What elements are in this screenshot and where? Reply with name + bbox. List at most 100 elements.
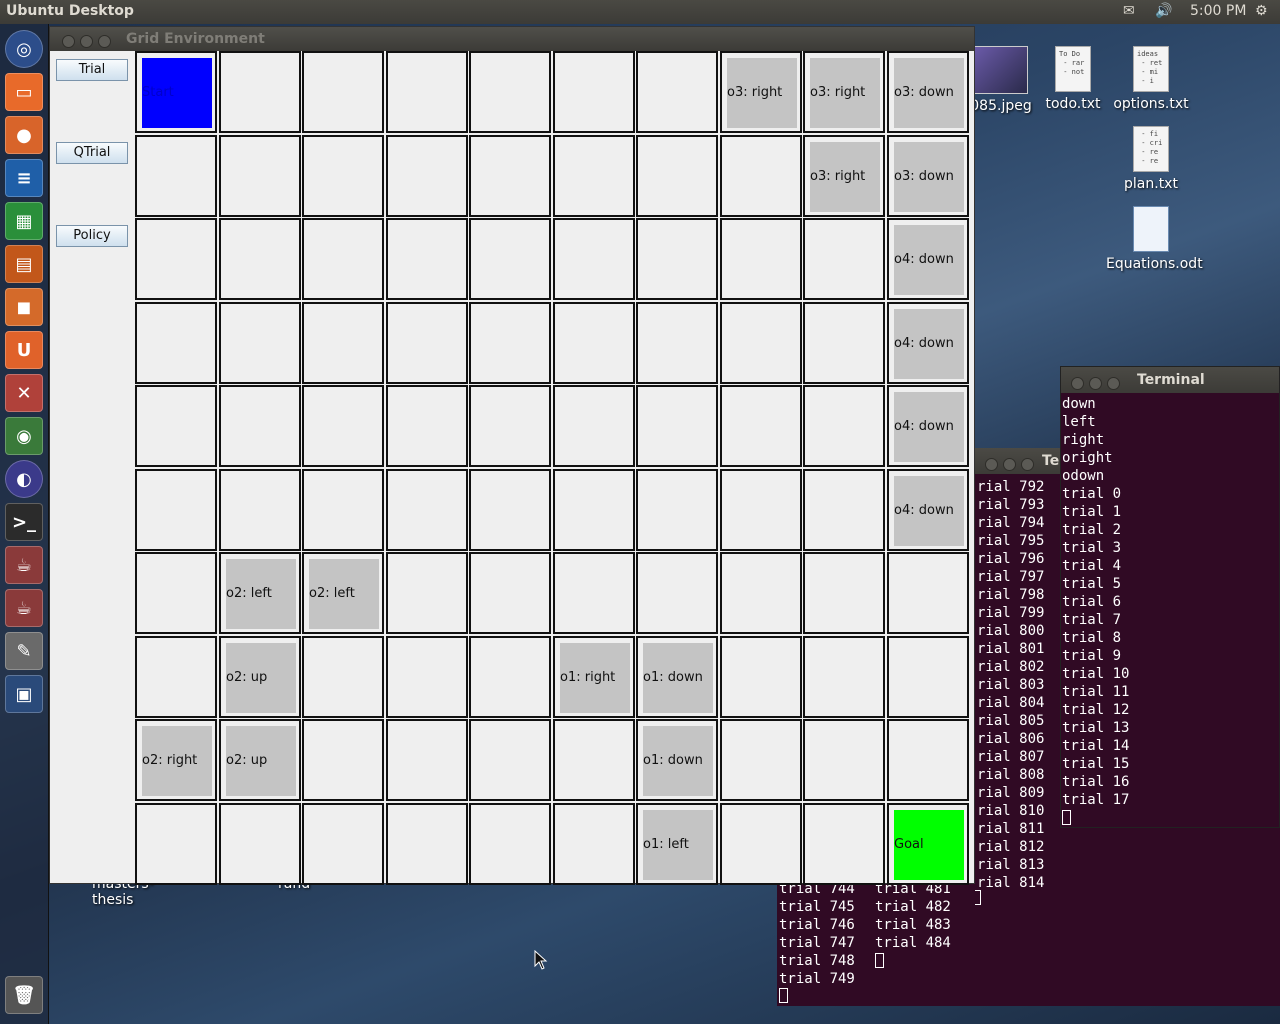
grid-cell[interactable]: o4: down bbox=[887, 218, 969, 300]
grid-cell[interactable] bbox=[636, 51, 718, 133]
settings-icon[interactable]: ✕ bbox=[5, 374, 43, 412]
java-app-icon[interactable]: ☕ bbox=[5, 589, 43, 627]
grid-cell[interactable] bbox=[302, 51, 384, 133]
grid-cell[interactable]: o2: up bbox=[219, 636, 301, 718]
firefox-icon[interactable]: ● bbox=[5, 116, 43, 154]
grid-cell[interactable] bbox=[636, 218, 718, 300]
qtrial-button[interactable]: QTrial bbox=[56, 142, 128, 164]
minimize-icon[interactable] bbox=[80, 35, 93, 48]
grid-cell[interactable] bbox=[302, 135, 384, 217]
mail-icon[interactable]: ✉ bbox=[1123, 3, 1135, 19]
grid-cell[interactable] bbox=[636, 385, 718, 467]
grid-cell[interactable] bbox=[302, 302, 384, 384]
grid-cell[interactable] bbox=[386, 719, 468, 801]
ubuntu-one-icon[interactable]: U bbox=[5, 331, 43, 369]
grid-cell[interactable] bbox=[302, 719, 384, 801]
grid-cell[interactable] bbox=[386, 552, 468, 634]
grid-cell[interactable] bbox=[887, 636, 969, 718]
files-icon[interactable]: ▭ bbox=[5, 73, 43, 111]
grid-cell[interactable] bbox=[636, 552, 718, 634]
grid-cell[interactable] bbox=[219, 803, 301, 885]
close-icon[interactable] bbox=[1071, 377, 1084, 390]
minimize-icon[interactable] bbox=[1003, 458, 1016, 471]
grid-cell[interactable] bbox=[219, 469, 301, 551]
grid-cell[interactable]: o1: right bbox=[553, 636, 635, 718]
grid-cell[interactable] bbox=[302, 385, 384, 467]
grid-cell[interactable] bbox=[720, 636, 802, 718]
grid-cell[interactable]: Goal bbox=[887, 803, 969, 885]
grid-cell[interactable] bbox=[553, 135, 635, 217]
grid-environment-window[interactable]: Grid Environment Trial QTrial Policy Sta… bbox=[49, 26, 975, 885]
grid-cell[interactable] bbox=[803, 385, 885, 467]
grid-cell[interactable] bbox=[636, 469, 718, 551]
grid-cell[interactable] bbox=[720, 719, 802, 801]
desktop-icon-todo[interactable]: To Do - rar - not todo.txt bbox=[1028, 46, 1118, 112]
grid-cell[interactable] bbox=[469, 218, 551, 300]
grid-cell[interactable] bbox=[803, 636, 885, 718]
grid-cell[interactable] bbox=[386, 51, 468, 133]
grid-cell[interactable] bbox=[469, 803, 551, 885]
grid-cell[interactable] bbox=[720, 135, 802, 217]
grid-cell[interactable] bbox=[302, 469, 384, 551]
trash-icon[interactable]: 🗑 bbox=[5, 976, 43, 1014]
grid-cell[interactable] bbox=[469, 135, 551, 217]
grid-cell[interactable]: o1: down bbox=[636, 719, 718, 801]
grid-cell[interactable] bbox=[720, 218, 802, 300]
grid-cell[interactable]: o4: down bbox=[887, 469, 969, 551]
grid-cell[interactable] bbox=[887, 719, 969, 801]
grid-cell[interactable]: o2: left bbox=[219, 552, 301, 634]
grid-cell[interactable] bbox=[302, 218, 384, 300]
grid-cell[interactable] bbox=[720, 469, 802, 551]
grid-cell[interactable]: o1: left bbox=[636, 803, 718, 885]
minimize-icon[interactable] bbox=[1089, 377, 1102, 390]
gear-icon[interactable]: ⚙ bbox=[1255, 3, 1268, 19]
window-titlebar[interactable]: Grid Environment bbox=[50, 27, 974, 51]
grid-cell[interactable] bbox=[135, 385, 217, 467]
close-icon[interactable] bbox=[62, 35, 75, 48]
grid-cell[interactable]: o2: up bbox=[219, 719, 301, 801]
clock[interactable]: 5:00 PM bbox=[1190, 3, 1246, 19]
grid-cell[interactable] bbox=[386, 469, 468, 551]
chrome-icon[interactable]: ◉ bbox=[5, 417, 43, 455]
grid-cell[interactable] bbox=[803, 552, 885, 634]
grid-cell[interactable] bbox=[636, 135, 718, 217]
eclipse-icon[interactable]: ◐ bbox=[5, 460, 43, 498]
grid-cell[interactable] bbox=[720, 552, 802, 634]
grid-cell[interactable]: o3: right bbox=[803, 135, 885, 217]
grid-cell[interactable] bbox=[135, 552, 217, 634]
workspace-switcher-icon[interactable]: ▣ bbox=[5, 675, 43, 713]
grid-cell[interactable] bbox=[469, 719, 551, 801]
grid-cell[interactable] bbox=[386, 803, 468, 885]
grid-cell[interactable]: o3: right bbox=[720, 51, 802, 133]
terminal-titlebar[interactable]: Terminal bbox=[1061, 367, 1279, 393]
grid-cell[interactable] bbox=[803, 302, 885, 384]
grid-cell[interactable] bbox=[720, 385, 802, 467]
grid-cell[interactable]: o4: down bbox=[887, 385, 969, 467]
terminal-window-front[interactable]: Terminal down left right oright odown trial 0… bbox=[1060, 366, 1280, 828]
grid-cell[interactable] bbox=[553, 218, 635, 300]
grid-cell[interactable] bbox=[135, 803, 217, 885]
grid-cell[interactable]: Start bbox=[135, 51, 217, 133]
grid-cell[interactable] bbox=[553, 552, 635, 634]
desktop-icon-options[interactable]: ideas - ret - mi - i options.txt bbox=[1106, 46, 1196, 112]
grid-cell[interactable] bbox=[219, 135, 301, 217]
grid-cell[interactable] bbox=[803, 719, 885, 801]
grid-cell[interactable] bbox=[135, 469, 217, 551]
maximize-icon[interactable] bbox=[1107, 377, 1120, 390]
grid-cell[interactable] bbox=[720, 302, 802, 384]
text-editor-icon[interactable]: ✎ bbox=[5, 632, 43, 670]
grid-cell[interactable] bbox=[553, 51, 635, 133]
grid-cell[interactable] bbox=[386, 302, 468, 384]
grid-cell[interactable] bbox=[553, 803, 635, 885]
java-app-icon[interactable]: ☕ bbox=[5, 546, 43, 584]
grid-cell[interactable] bbox=[219, 302, 301, 384]
writer-icon[interactable]: ≡ bbox=[5, 159, 43, 197]
grid-cell[interactable] bbox=[219, 218, 301, 300]
grid-cell[interactable]: o3: right bbox=[803, 51, 885, 133]
grid-cell[interactable] bbox=[302, 803, 384, 885]
grid-cell[interactable] bbox=[469, 51, 551, 133]
volume-icon[interactable]: 🔊 bbox=[1155, 3, 1172, 19]
grid-cell[interactable] bbox=[219, 385, 301, 467]
desktop-icon-equations[interactable]: Equations.odt bbox=[1106, 206, 1203, 272]
grid-cell[interactable] bbox=[469, 552, 551, 634]
